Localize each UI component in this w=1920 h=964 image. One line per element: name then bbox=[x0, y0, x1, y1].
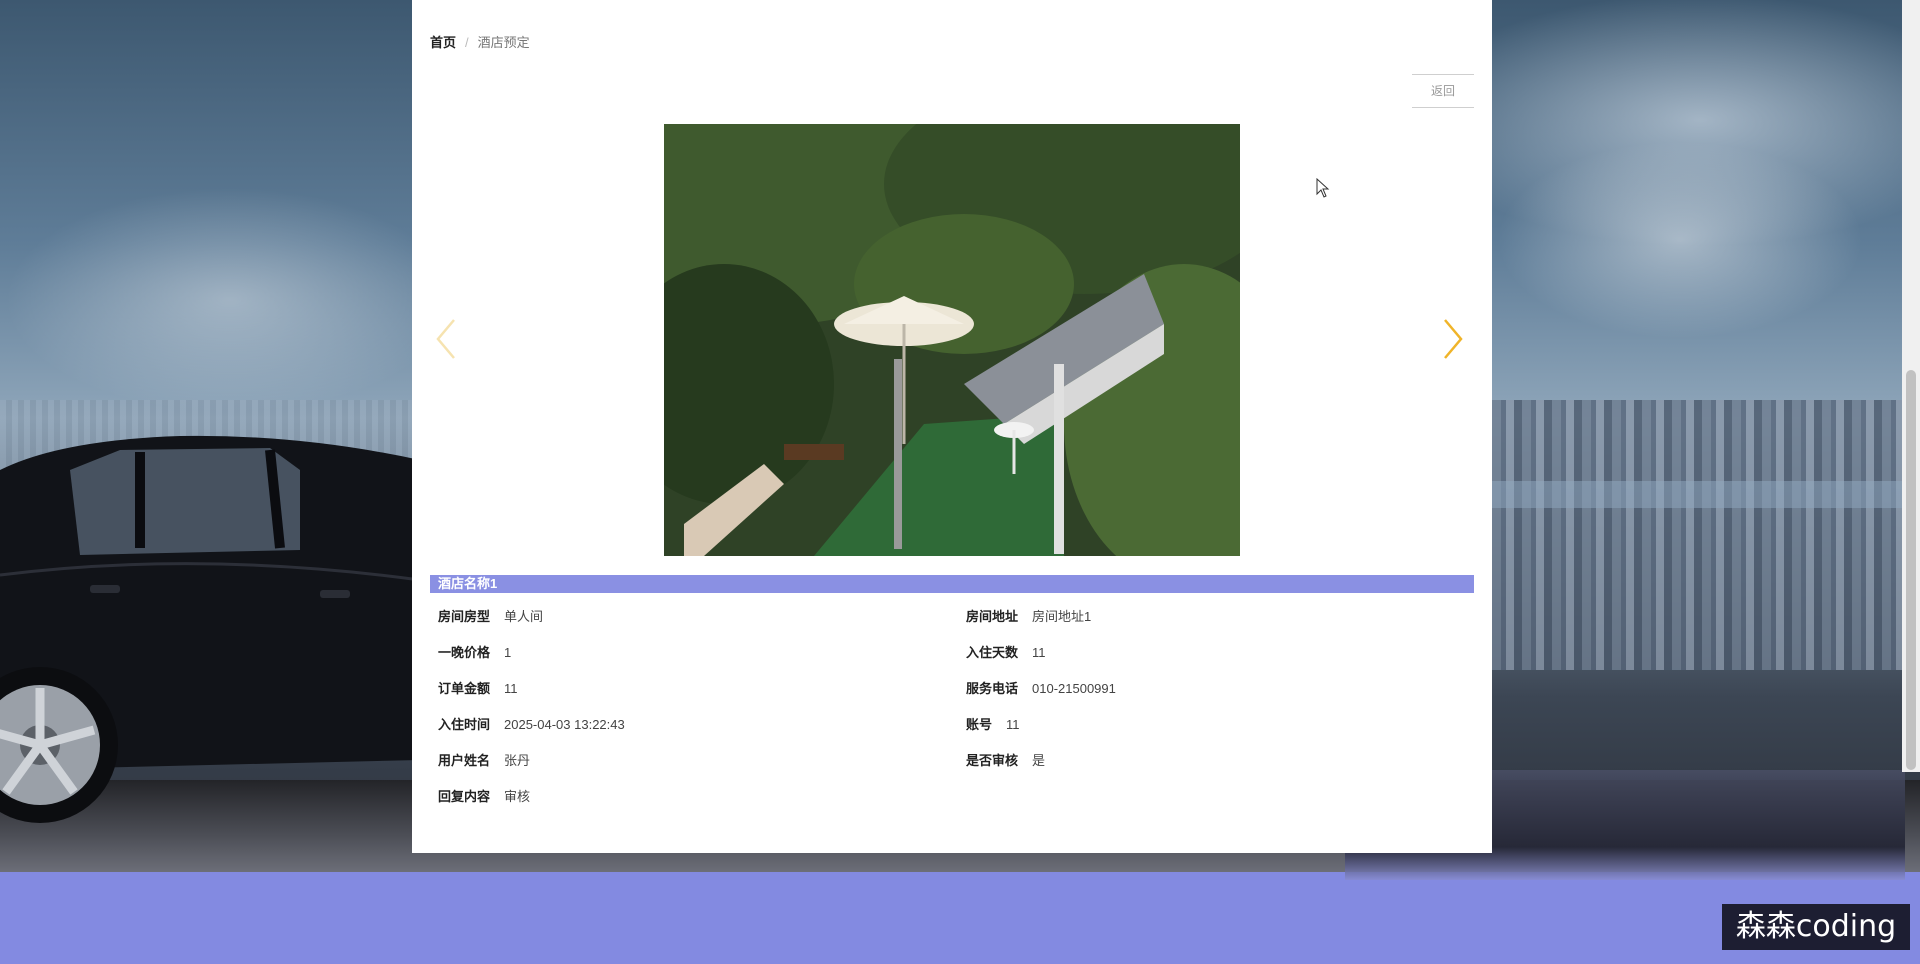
detail-service-phone: 服务电话 010-21500991 bbox=[966, 678, 1116, 697]
detail-label: 入住天数 bbox=[966, 645, 1019, 660]
footer-band bbox=[0, 872, 1920, 964]
detail-value: 11 bbox=[504, 681, 518, 696]
detail-value: 11 bbox=[1006, 717, 1020, 732]
detail-value: 是 bbox=[1032, 753, 1046, 768]
hotel-name-bar: 酒店名称1 bbox=[430, 575, 1474, 593]
detail-value: 单人间 bbox=[504, 609, 544, 624]
detail-room-address: 房间地址 房间地址1 bbox=[966, 606, 1091, 625]
background-city-right bbox=[1492, 400, 1902, 670]
detail-value: 张丹 bbox=[504, 753, 531, 768]
detail-value: 2025-04-03 13:22:43 bbox=[504, 717, 625, 732]
page: 首页 / 酒店预定 返回 酒店名称1 房间房型 单人间 一晚价格 1 订单金额 … bbox=[0, 0, 1920, 964]
chevron-left-icon bbox=[436, 319, 455, 359]
detail-account: 账号 11 bbox=[966, 714, 1020, 733]
detail-user-name: 用户姓名 张丹 bbox=[438, 750, 530, 769]
detail-night-price: 一晚价格 1 bbox=[438, 642, 511, 661]
detail-label: 账号 bbox=[966, 717, 993, 732]
detail-label: 回复内容 bbox=[438, 789, 491, 804]
detail-stay-days: 入住天数 11 bbox=[966, 642, 1046, 661]
detail-label: 一晚价格 bbox=[438, 645, 491, 660]
watermark-label: 森森coding bbox=[1722, 904, 1910, 950]
carousel-next-button[interactable] bbox=[1437, 316, 1467, 362]
carousel-prev-button[interactable] bbox=[432, 316, 462, 362]
breadcrumb-current: 酒店预定 bbox=[477, 35, 530, 50]
carousel-image bbox=[664, 124, 1240, 556]
detail-approved: 是否审核是 bbox=[966, 750, 1045, 769]
mouse-cursor-icon bbox=[1316, 178, 1330, 198]
detail-label: 用户姓名 bbox=[438, 753, 491, 768]
scrollbar-thumb[interactable] bbox=[1906, 370, 1916, 770]
detail-label: 房间地址 bbox=[966, 609, 1019, 624]
breadcrumb-separator: / bbox=[465, 35, 469, 50]
detail-label: 订单金额 bbox=[438, 681, 491, 696]
hotel-photo bbox=[664, 124, 1240, 556]
detail-value: 审核 bbox=[504, 789, 531, 804]
detail-value: 11 bbox=[1032, 645, 1046, 660]
detail-order-amount: 订单金额 11 bbox=[438, 678, 518, 697]
detail-label: 房间房型 bbox=[438, 609, 491, 624]
detail-label: 入住时间 bbox=[438, 717, 491, 732]
detail-reply: 回复内容 审核 bbox=[438, 786, 530, 805]
car-image bbox=[0, 435, 420, 823]
detail-value: 房间地址1 bbox=[1032, 609, 1092, 624]
page-scrollbar[interactable] bbox=[1902, 0, 1920, 772]
detail-value: 010-21500991 bbox=[1032, 681, 1116, 696]
back-button[interactable]: 返回 bbox=[1412, 74, 1474, 108]
breadcrumb-home[interactable]: 首页 bbox=[430, 35, 456, 50]
detail-value: 1 bbox=[504, 645, 512, 660]
detail-label: 服务电话 bbox=[966, 681, 1019, 696]
detail-checkin-time: 入住时间 2025-04-03 13:22:43 bbox=[438, 714, 625, 733]
detail-label: 是否审核 bbox=[966, 753, 1019, 768]
chevron-right-icon bbox=[1444, 319, 1463, 359]
detail-room-type: 房间房型 单人间 bbox=[438, 606, 543, 625]
breadcrumb: 首页 / 酒店预定 bbox=[430, 32, 530, 51]
detail-panel: 首页 / 酒店预定 返回 酒店名称1 房间房型 单人间 一晚价格 1 订单金额 … bbox=[412, 0, 1492, 853]
